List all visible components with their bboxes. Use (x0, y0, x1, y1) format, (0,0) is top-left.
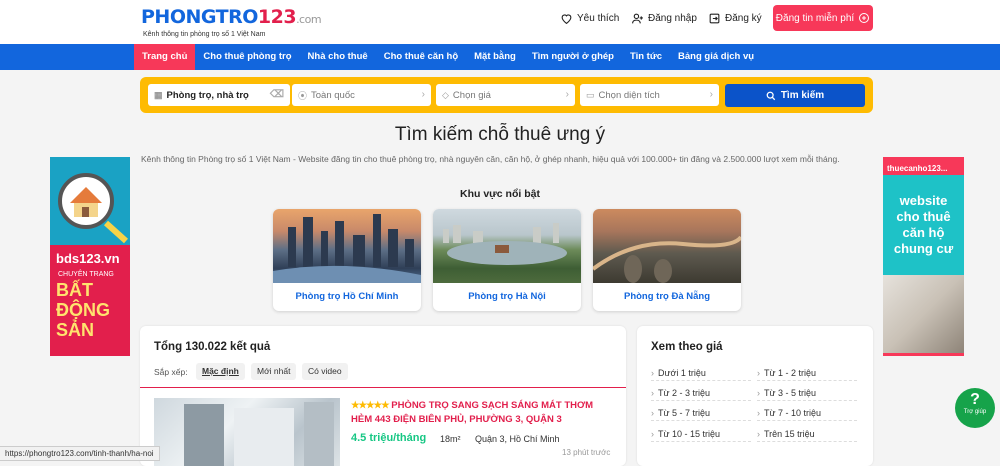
city-image (593, 209, 741, 283)
nav-item-news[interactable]: Tin tức (622, 44, 670, 70)
price-filter-panel: Xem theo giá › Dưới 1 triệu › Từ 1 - 2 tri… (637, 326, 873, 466)
area-select[interactable]: ▭ Chọn diện tích › (580, 84, 719, 106)
nav-item-houses[interactable]: Nhà cho thuê (300, 44, 376, 70)
price-option[interactable]: › Từ 1 - 2 triệu (757, 368, 857, 381)
nav-item-premises[interactable]: Mặt bằng (466, 44, 524, 70)
type-select[interactable]: ▦ Phòng trọ, nhà trọ ⌫ (148, 84, 290, 106)
ad-line: CHUYÊN TRANG (58, 271, 114, 278)
favorites-link[interactable]: Yêu thích (560, 12, 619, 25)
help-button[interactable]: ? Trợ giúp (955, 388, 995, 428)
chevron-right-icon: › (651, 429, 654, 439)
ad-line: ĐỘNG (56, 300, 110, 320)
house-illustration (50, 157, 130, 245)
rating-stars: ★★★★★ (351, 400, 390, 411)
city-card-danang[interactable]: Phòng trọ Đà Nẵng (593, 209, 741, 311)
price-option[interactable]: › Từ 3 - 5 triệu (757, 388, 857, 401)
price-filter-heading: Xem theo giá (651, 341, 723, 353)
chevron-right-icon: › (709, 89, 713, 100)
city-card-hcm[interactable]: Phòng trọ Hồ Chí Minh (273, 209, 421, 311)
chevron-right-icon: › (651, 388, 654, 398)
location-select[interactable]: ⦿ Toàn quốc › (292, 84, 431, 106)
building-icon: ▦ (154, 89, 163, 100)
nav-item-roommates[interactable]: Tìm người ở ghép (524, 44, 622, 70)
nav-item-rooms[interactable]: Cho thuê phòng trọ (195, 44, 299, 70)
sort-video-button[interactable]: Có video (302, 363, 348, 380)
price-option[interactable]: › Trên 15 triệu (757, 429, 857, 442)
register-link[interactable]: Đăng ký (708, 12, 762, 25)
city-card-hanoi[interactable]: Phòng trọ Hà Nội (433, 209, 581, 311)
city-image (433, 209, 581, 283)
listing-thumbnail[interactable] (154, 398, 340, 466)
listing-price: 4.5 triệu/tháng (351, 432, 427, 444)
price-option[interactable]: › Từ 10 - 15 triệu (651, 429, 751, 442)
city-label: Phòng trọ Đà Nẵng (623, 291, 711, 302)
ad-line: SẢN (56, 320, 95, 340)
price-option[interactable]: › Từ 7 - 10 triệu (757, 408, 857, 421)
search-bar: ▦ Phòng trọ, nhà trọ ⌫ ⦿ Toàn quốc › ◇ C… (140, 77, 873, 113)
chevron-right-icon: › (757, 408, 760, 418)
ruler-icon: ▭ (586, 89, 595, 100)
top-header: PHONGTRO123.com Kênh thông tin phòng trọ… (0, 0, 1000, 44)
logo-tagline: Kênh thông tin phòng trọ số 1 Việt Nam (143, 31, 266, 38)
ad-text: website cho thuê căn hộ chung cư (883, 175, 964, 275)
chevron-right-icon: › (565, 89, 569, 100)
listing-title[interactable]: ★★★★★ PHÒNG TRỌ SANG SẠCH SÁNG MÁT THƠM … (351, 399, 616, 427)
sign-in-icon (709, 13, 720, 24)
ad-brand: thuecanho123... (887, 164, 948, 173)
price-select[interactable]: ◇ Chọn giá › (436, 84, 575, 106)
chevron-right-icon: › (757, 429, 760, 439)
chevron-right-icon: › (651, 368, 654, 378)
featured-heading: Khu vực nổi bật (460, 188, 540, 200)
chevron-right-icon: › (421, 89, 425, 100)
post-free-button[interactable]: Đăng tin miễn phí (773, 5, 873, 31)
nav-item-pricing[interactable]: Bảng giá dịch vụ (670, 44, 762, 70)
listing-time: 13 phút trước (562, 448, 611, 457)
right-banner-ad[interactable]: thuecanho123... website cho thuê căn hộ … (883, 157, 964, 356)
login-link[interactable]: Đăng nhập (631, 12, 697, 25)
results-panel: Tổng 130.022 kết quả Sắp xếp: Mặc định M… (140, 326, 626, 466)
main-nav: Trang chủ Cho thuê phòng trọ Nhà cho thu… (0, 44, 1000, 70)
ad-brand: bds123.vn (56, 251, 120, 266)
price-option[interactable]: › Từ 5 - 7 triệu (651, 408, 751, 421)
sort-label: Sắp xếp: (154, 367, 188, 377)
chevron-right-icon: › (757, 368, 760, 378)
nav-item-apartments[interactable]: Cho thuê căn hộ (376, 44, 466, 70)
listing-location: Quận 3, Hồ Chí Minh (475, 434, 560, 444)
status-bar-url: https://phongtro123.com/tinh-thanh/ha-no… (0, 446, 160, 461)
user-plus-icon (632, 13, 643, 24)
nav-item-home[interactable]: Trang chủ (134, 44, 196, 70)
clear-icon: ⌫ (269, 89, 284, 100)
results-total: Tổng 130.022 kết quả (154, 341, 271, 353)
price-option[interactable]: › Từ 2 - 3 triệu (651, 388, 751, 401)
apartment-image (883, 275, 964, 353)
location-pin-icon: ⦿ (298, 90, 308, 101)
page-title: Tìm kiếm chỗ thuê ưng ý (394, 124, 606, 145)
city-label: Phòng trọ Hà Nội (468, 291, 546, 302)
city-label: Phòng trọ Hồ Chí Minh (295, 291, 399, 302)
question-icon: ? (970, 391, 980, 408)
sort-default-button[interactable]: Mặc định (196, 363, 245, 380)
sort-newest-button[interactable]: Mới nhất (251, 363, 297, 380)
site-logo[interactable]: PHONGTRO123.com Kênh thông tin phòng trọ… (141, 6, 322, 38)
divider (140, 387, 626, 388)
plus-circle-icon (859, 13, 870, 23)
search-button[interactable]: Tìm kiếm (725, 84, 865, 107)
city-image (273, 209, 421, 283)
chevron-right-icon: › (757, 388, 760, 398)
tag-icon: ◇ (442, 89, 449, 100)
chevron-right-icon: › (651, 408, 654, 418)
page-description: Kênh thông tin Phòng trọ số 1 Việt Nam -… (141, 154, 840, 164)
heart-icon (561, 14, 572, 25)
help-label: Trợ giúp (963, 409, 987, 415)
listing-area: 18m² (440, 434, 461, 444)
ad-line: BẤT (56, 280, 93, 300)
price-option[interactable]: › Dưới 1 triệu (651, 368, 751, 381)
search-icon (766, 91, 776, 100)
left-banner-ad[interactable]: bds123.vn CHUYÊN TRANG BẤT ĐỘNG SẢN (50, 157, 130, 356)
